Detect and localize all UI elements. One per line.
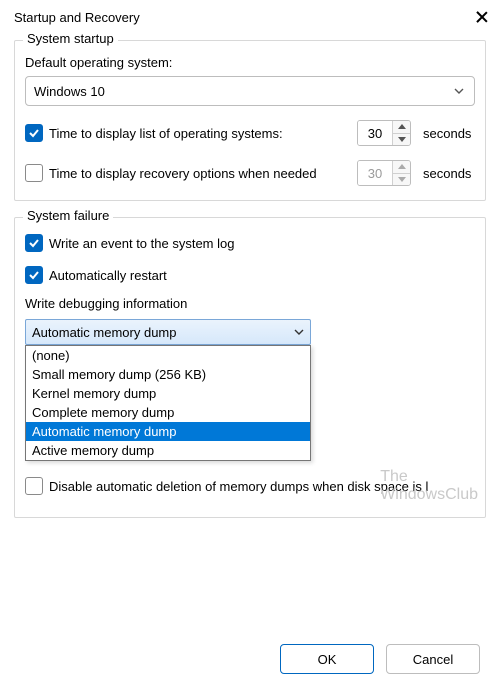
spinner-up-icon[interactable] [393,121,410,133]
seconds-unit: seconds [423,126,475,141]
window-title: Startup and Recovery [14,10,140,25]
ok-button[interactable]: OK [280,644,374,674]
debug-info-dropdown: (none) Small memory dump (256 KB) Kernel… [25,345,311,461]
chevron-down-icon [454,86,464,96]
system-startup-group: System startup Default operating system:… [14,40,486,201]
system-startup-legend: System startup [23,31,118,46]
display-recovery-spinner: 30 [357,160,411,186]
default-os-value: Windows 10 [34,84,105,99]
default-os-select[interactable]: Windows 10 [25,76,475,106]
dropdown-option-complete[interactable]: Complete memory dump [26,403,310,422]
auto-restart-label: Automatically restart [49,268,167,283]
dropdown-option-kernel[interactable]: Kernel memory dump [26,384,310,403]
spinner-down-icon[interactable] [393,133,410,146]
dropdown-option-automatic[interactable]: Automatic memory dump [26,422,310,441]
disable-auto-delete-checkbox[interactable] [25,477,43,495]
spinner-down-icon [393,173,410,186]
debug-info-combo[interactable]: Automatic memory dump [25,319,311,345]
display-recovery-checkbox[interactable] [25,164,43,182]
cancel-button[interactable]: Cancel [386,644,480,674]
display-os-list-checkbox[interactable] [25,124,43,142]
dropdown-option-small[interactable]: Small memory dump (256 KB) [26,365,310,384]
display-recovery-value: 30 [358,161,392,185]
chevron-down-icon [294,327,304,337]
display-os-list-spinner[interactable]: 30 [357,120,411,146]
write-event-checkbox[interactable] [25,234,43,252]
seconds-unit: seconds [423,166,475,181]
debug-info-label: Write debugging information [25,296,475,311]
display-os-list-value: 30 [358,121,392,145]
system-failure-legend: System failure [23,208,113,223]
write-event-label: Write an event to the system log [49,236,234,251]
display-os-list-label: Time to display list of operating system… [49,126,283,141]
default-os-label: Default operating system: [25,55,475,70]
debug-info-combo-value: Automatic memory dump [32,325,177,340]
dropdown-option-none[interactable]: (none) [26,346,310,365]
display-recovery-label: Time to display recovery options when ne… [49,166,317,181]
disable-auto-delete-label: Disable automatic deletion of memory dum… [49,479,428,494]
close-icon[interactable] [476,11,488,23]
dropdown-option-active[interactable]: Active memory dump [26,441,310,460]
auto-restart-checkbox[interactable] [25,266,43,284]
system-failure-group: System failure Write an event to the sys… [14,217,486,518]
spinner-up-icon [393,161,410,173]
